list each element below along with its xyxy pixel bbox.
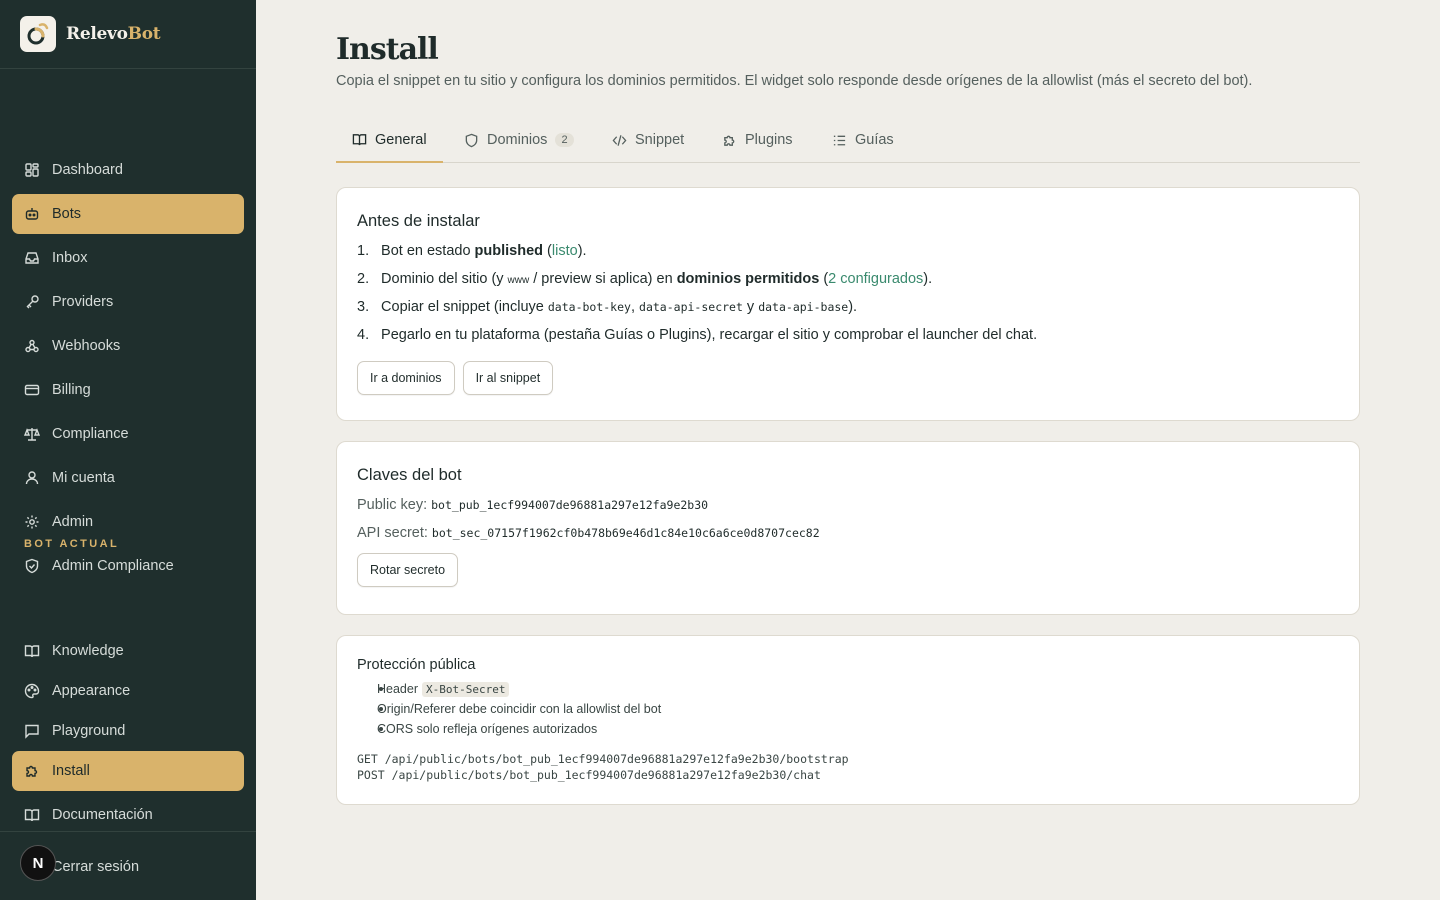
tab-dominios[interactable]: Dominios 2 [448,118,590,162]
domains-configured-link[interactable]: 2 configurados [828,271,923,287]
book-icon [24,809,40,822]
sidebar-item-label: Install [52,763,90,779]
shield-icon [465,133,478,147]
logout-button[interactable]: Cerrar sesión [52,859,139,875]
card-title: Protección pública [357,657,476,673]
sidebar: RelevoBot Dashboard Bots Inbox Providers… [0,0,256,900]
brand-name: RelevoBot [66,24,161,44]
inbox-icon [25,252,39,264]
tab-bar: General Dominios 2 Snippet Plugins Guías [336,118,1360,163]
go-to-domains-button[interactable]: Ir a dominios [357,361,455,395]
card-title: Antes de instalar [357,212,480,230]
sidebar-item-label: Playground [52,723,126,739]
tab-guias[interactable]: Guías [816,118,910,162]
status-link[interactable]: listo [552,243,578,259]
credit-card-icon [24,384,40,396]
tab-label: Dominios [487,132,548,148]
webhook-icon [25,339,39,353]
sidebar-item-label: Providers [52,294,114,310]
sidebar-item-playground[interactable]: Playground [12,711,244,751]
api-secret-row: API secret: bot_sec_07157f1962cf0b478b69e… [357,525,820,541]
tab-general[interactable]: General [336,118,443,163]
message-icon [25,724,39,739]
endpoint-bootstrap: GET /api/public/bots/bot_pub_1ecf994007d… [357,752,849,766]
gear-icon [25,515,39,529]
key-icon [26,295,39,309]
sidebar-item-label: Admin [52,514,94,530]
brand-logo-icon [20,16,56,52]
scale-icon [24,428,40,441]
tab-label: Guías [855,132,894,148]
sidebar-item-label: Webhooks [52,338,121,354]
list-item: Header X-Bot-Secret [357,679,1339,699]
sidebar-item-dashboard[interactable]: Dashboard [12,150,244,190]
card-title: Claves del bot [357,466,462,484]
sidebar-item-label: Mi cuenta [52,470,115,486]
sidebar-item-providers[interactable]: Providers [12,282,244,322]
tab-snippet[interactable]: Snippet [596,118,700,162]
shield-check-icon [25,558,39,574]
sidebar-item-label: Inbox [52,250,88,266]
tab-count-badge: 2 [555,133,574,147]
sidebar-item-install[interactable]: Install [12,751,244,791]
sidebar-item-label: Compliance [52,426,129,442]
sidebar-item-compliance[interactable]: Compliance [12,414,244,454]
palette-icon [24,683,40,699]
rotate-secret-button[interactable]: Rotar secreto [357,553,459,587]
sidebar-item-knowledge[interactable]: Knowledge [12,631,244,671]
sidebar-item-documentacion[interactable]: Documentación [12,795,244,835]
book-open-icon [352,134,367,146]
public-key-value: bot_pub_1ecf994007de96881a297e12fa9e2b30 [431,498,709,512]
sidebar-item-bots[interactable]: Bots [12,194,244,234]
tab-plugins[interactable]: Plugins [706,118,809,162]
sidebar-item-admin-compliance[interactable]: Admin Compliance [12,546,244,586]
code-icon [612,134,627,146]
sidebar-item-label: Documentación [52,807,153,823]
step-item: 1. Bot en estado published (listo). [357,243,587,259]
page-title: Install [336,32,439,67]
sidebar-item-webhooks[interactable]: Webhooks [12,326,244,366]
step-item: 4. Pegarlo en tu plataforma (pestaña Guí… [357,327,1038,343]
tab-label: Snippet [635,132,685,148]
tab-label: Plugins [745,132,793,148]
page-subtitle: Copia el snippet en tu sitio y configura… [336,73,1253,89]
sidebar-item-label: Dashboard [52,162,123,178]
sidebar-item-label: Knowledge [52,643,124,659]
avatar[interactable]: N [20,845,56,881]
sidebar-item-admin[interactable]: Admin [12,502,244,542]
card-public-protection: Protección pública Header X-Bot-Secret Or… [336,635,1360,805]
install-steps: 1. Bot en estado published (listo). 2. D… [357,237,1339,349]
tab-label: General [375,131,427,148]
sidebar-item-mi-cuenta[interactable]: Mi cuenta [12,458,244,498]
protection-list: Header X-Bot-Secret Origin/Referer debe c… [357,679,1339,739]
step-item: 3. Copiar el snippet (incluye data-bot-k… [357,299,858,315]
list-item: Origin/Referer debe coincidir con la all… [357,699,1339,719]
api-secret-value: bot_sec_07157f1962cf0b478b69e46d1c84e10c… [431,526,820,540]
sidebar-footer: Cerrar sesión N [0,831,256,900]
sidebar-item-appearance[interactable]: Appearance [12,671,244,711]
book-icon [24,645,40,658]
sidebar-item-label: Appearance [52,683,131,699]
sidebar-item-label: Admin Compliance [52,558,174,574]
bot-icon [25,208,39,220]
card-bot-keys: Claves del bot Public key: bot_pub_1ecf99… [336,441,1360,615]
puzzle-icon [724,135,735,146]
step-item: 2. Dominio del sitio (y www / preview si… [357,271,933,287]
go-to-snippet-button[interactable]: Ir al snippet [462,361,554,395]
list-icon [833,135,846,145]
list-item: CORS solo refleja orígenes autorizados [357,719,1339,739]
endpoint-chat: POST /api/public/bots/bot_pub_1ecf994007… [357,768,821,782]
sidebar-item-inbox[interactable]: Inbox [12,238,244,278]
grid-icon [25,163,39,177]
card-before-install: Antes de instalar 1. Bot en estado publi… [336,187,1360,421]
section-label-bot-actual: BOT ACTUAL [24,538,120,550]
public-key-row: Public key: bot_pub_1ecf994007de96881a297… [357,497,709,513]
puzzle-icon [26,765,38,777]
sidebar-item-label: Bots [52,206,82,222]
brand[interactable]: RelevoBot [0,0,256,69]
sidebar-item-billing[interactable]: Billing [12,370,244,410]
user-icon [25,471,39,485]
sidebar-item-label: Billing [52,382,91,398]
